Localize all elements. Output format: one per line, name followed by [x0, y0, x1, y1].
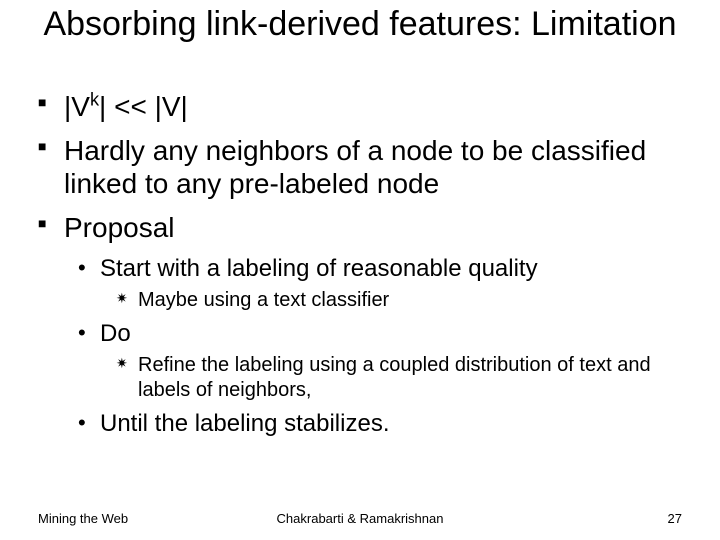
- bullet-1-text-post: | << |V|: [99, 91, 188, 122]
- bullet-3b-text: Do: [100, 320, 131, 347]
- bullet-3a1-text: Maybe using a text classifier: [138, 289, 389, 311]
- bullet-3b: Do: [78, 319, 682, 349]
- slide-body: |Vk| << |V| Hardly any neighbors of a no…: [38, 90, 682, 443]
- bullet-1: |Vk| << |V|: [38, 90, 682, 124]
- bullet-2: Hardly any neighbors of a node to be cla…: [38, 134, 682, 201]
- bullet-3b1: Refine the labeling using a coupled dist…: [116, 353, 682, 403]
- footer: Mining the Web Chakrabarti & Ramakrishna…: [0, 511, 720, 526]
- slide: Absorbing link-derived features: Limitat…: [0, 0, 720, 540]
- bullet-3: Proposal: [38, 211, 682, 245]
- bullet-3b1-text: Refine the labeling using a coupled dist…: [138, 354, 651, 401]
- bullet-3-text: Proposal: [64, 212, 175, 243]
- bullet-3c: Until the labeling stabilizes.: [78, 409, 682, 439]
- bullet-1-sup: k: [90, 90, 99, 110]
- bullet-3c-text: Until the labeling stabilizes.: [100, 410, 390, 437]
- footer-left: Mining the Web: [38, 511, 128, 526]
- bullet-3a1: Maybe using a text classifier: [116, 288, 682, 313]
- slide-title: Absorbing link-derived features: Limitat…: [0, 6, 720, 43]
- bullet-2-text: Hardly any neighbors of a node to be cla…: [64, 135, 646, 200]
- bullet-3a: Start with a labeling of reasonable qual…: [78, 254, 682, 284]
- bullet-1-text-pre: |V: [64, 91, 90, 122]
- footer-right: 27: [668, 511, 682, 526]
- bullet-3a-text: Start with a labeling of reasonable qual…: [100, 255, 538, 282]
